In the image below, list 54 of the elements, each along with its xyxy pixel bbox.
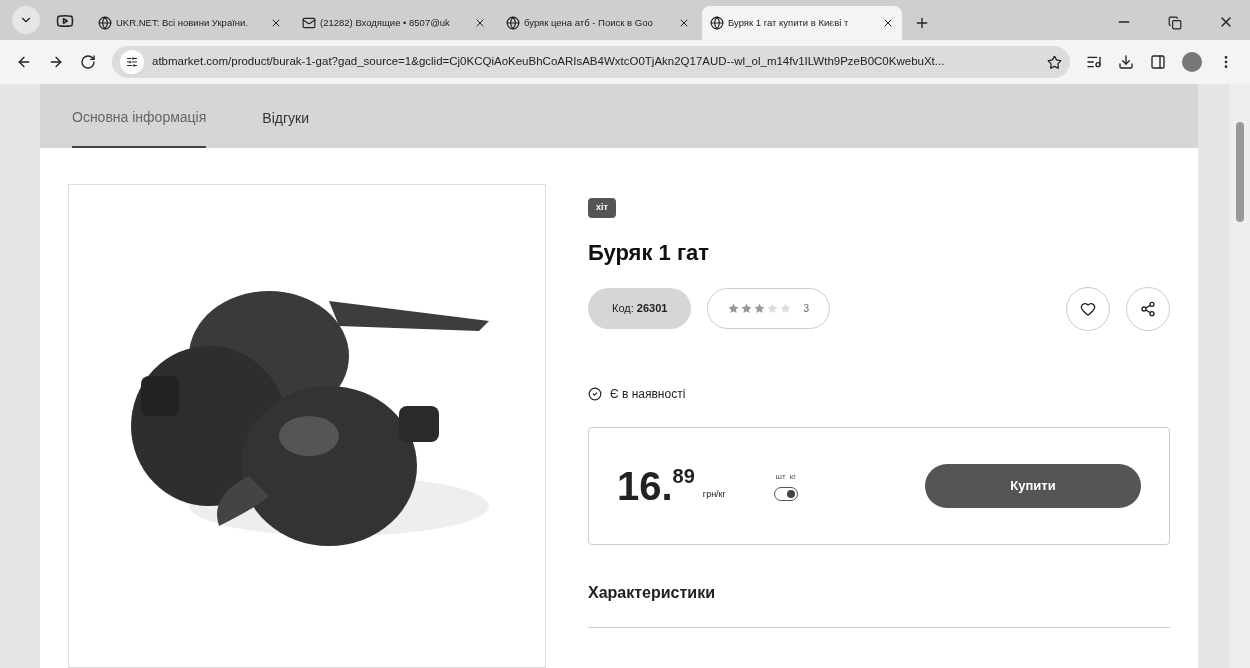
product-code: Код: 26301 bbox=[588, 288, 692, 329]
check-icon bbox=[588, 386, 602, 401]
download-icon[interactable] bbox=[1118, 54, 1134, 70]
product-title: Буряк 1 гат bbox=[588, 238, 711, 267]
rating-star-icon bbox=[741, 303, 753, 314]
browser-tab[interactable]: (21282) Входящие • 8507@uk bbox=[294, 6, 494, 40]
media-control-icon[interactable] bbox=[1086, 54, 1102, 70]
page-tab[interactable]: Основна інформація bbox=[72, 84, 207, 148]
tab-title: буряк цена атб - Поиск в Goo bbox=[524, 15, 654, 30]
tab-favicon-icon bbox=[506, 16, 520, 30]
scrollbar[interactable] bbox=[1230, 84, 1250, 668]
url-text: atbmarket.com/product/burak-1-gat?gad_source=1&gclid=Cj0KCQiAoKeuBhCoARIsAB4WxtcO0TjAkn2Q17AUD--wl_ol_m14fv1ILWth9PzeB0C0KwebuXt... bbox=[152, 54, 946, 70]
page-tab[interactable]: Відгуки bbox=[262, 84, 309, 148]
new-tab-icon[interactable] bbox=[914, 15, 930, 31]
tab-title: UKR.NET: Всі новини України. bbox=[116, 15, 249, 30]
buy-button[interactable]: Купити bbox=[925, 463, 1141, 508]
browser-tab[interactable]: UKR.NET: Всі новини України. bbox=[90, 6, 290, 40]
price-unit: грн/кг bbox=[702, 488, 726, 501]
rating-star-icon bbox=[754, 303, 766, 314]
section-title: Характеристики bbox=[588, 582, 716, 603]
tab-favicon-icon bbox=[98, 16, 112, 30]
reload-icon[interactable] bbox=[80, 54, 96, 70]
share-icon bbox=[1140, 300, 1156, 317]
browser-tab[interactable]: буряк цена атб - Поиск в Goo bbox=[498, 6, 698, 40]
price-cents: 89 bbox=[672, 465, 695, 486]
rating-star-icon bbox=[767, 303, 779, 314]
back-icon[interactable] bbox=[16, 54, 32, 70]
close-icon[interactable] bbox=[474, 17, 486, 29]
tab-title: (21282) Входящие • 8507@uk bbox=[320, 15, 451, 30]
close-icon[interactable] bbox=[270, 17, 282, 29]
availability-text: Є в наявності bbox=[610, 385, 686, 403]
scrollbar-thumb[interactable] bbox=[1236, 122, 1244, 222]
youtube-icon[interactable] bbox=[56, 12, 74, 30]
address-bar[interactable]: atbmarket.com/product/burak-1-gat?gad_source=1&gclid=Cj0KCQiAoKeuBhCoARIsAB4WxtcO0TjAkn2Q17AUD--wl_ol_m14fv1ILWth9PzeB0C0KwebuXt... bbox=[112, 46, 1070, 78]
rating-star-icon bbox=[780, 303, 792, 314]
close-icon[interactable] bbox=[882, 17, 894, 29]
unit-label: шт bbox=[775, 470, 786, 483]
profile-avatar[interactable] bbox=[1182, 52, 1202, 72]
unit-label: кг bbox=[789, 470, 797, 483]
tab-favicon-icon bbox=[302, 16, 316, 30]
tab-favicon-icon bbox=[710, 16, 724, 30]
browser-tab[interactable]: Буряк 1 гат купити в Києві т bbox=[702, 6, 902, 40]
site-info-icon[interactable] bbox=[120, 50, 144, 74]
heart-icon bbox=[1080, 300, 1096, 317]
forward-icon[interactable] bbox=[48, 54, 64, 70]
rating-count: 3 bbox=[803, 302, 809, 316]
close-icon[interactable] bbox=[678, 17, 690, 29]
hit-badge: хіт bbox=[588, 198, 616, 218]
tab-title: Буряк 1 гат купити в Києві т bbox=[728, 15, 850, 30]
side-panel-icon[interactable] bbox=[1150, 54, 1166, 70]
price: 16. bbox=[617, 465, 673, 506]
restore-icon[interactable] bbox=[1168, 16, 1182, 30]
rating-star-icon bbox=[728, 303, 740, 314]
bookmark-star-icon[interactable] bbox=[1047, 54, 1062, 70]
